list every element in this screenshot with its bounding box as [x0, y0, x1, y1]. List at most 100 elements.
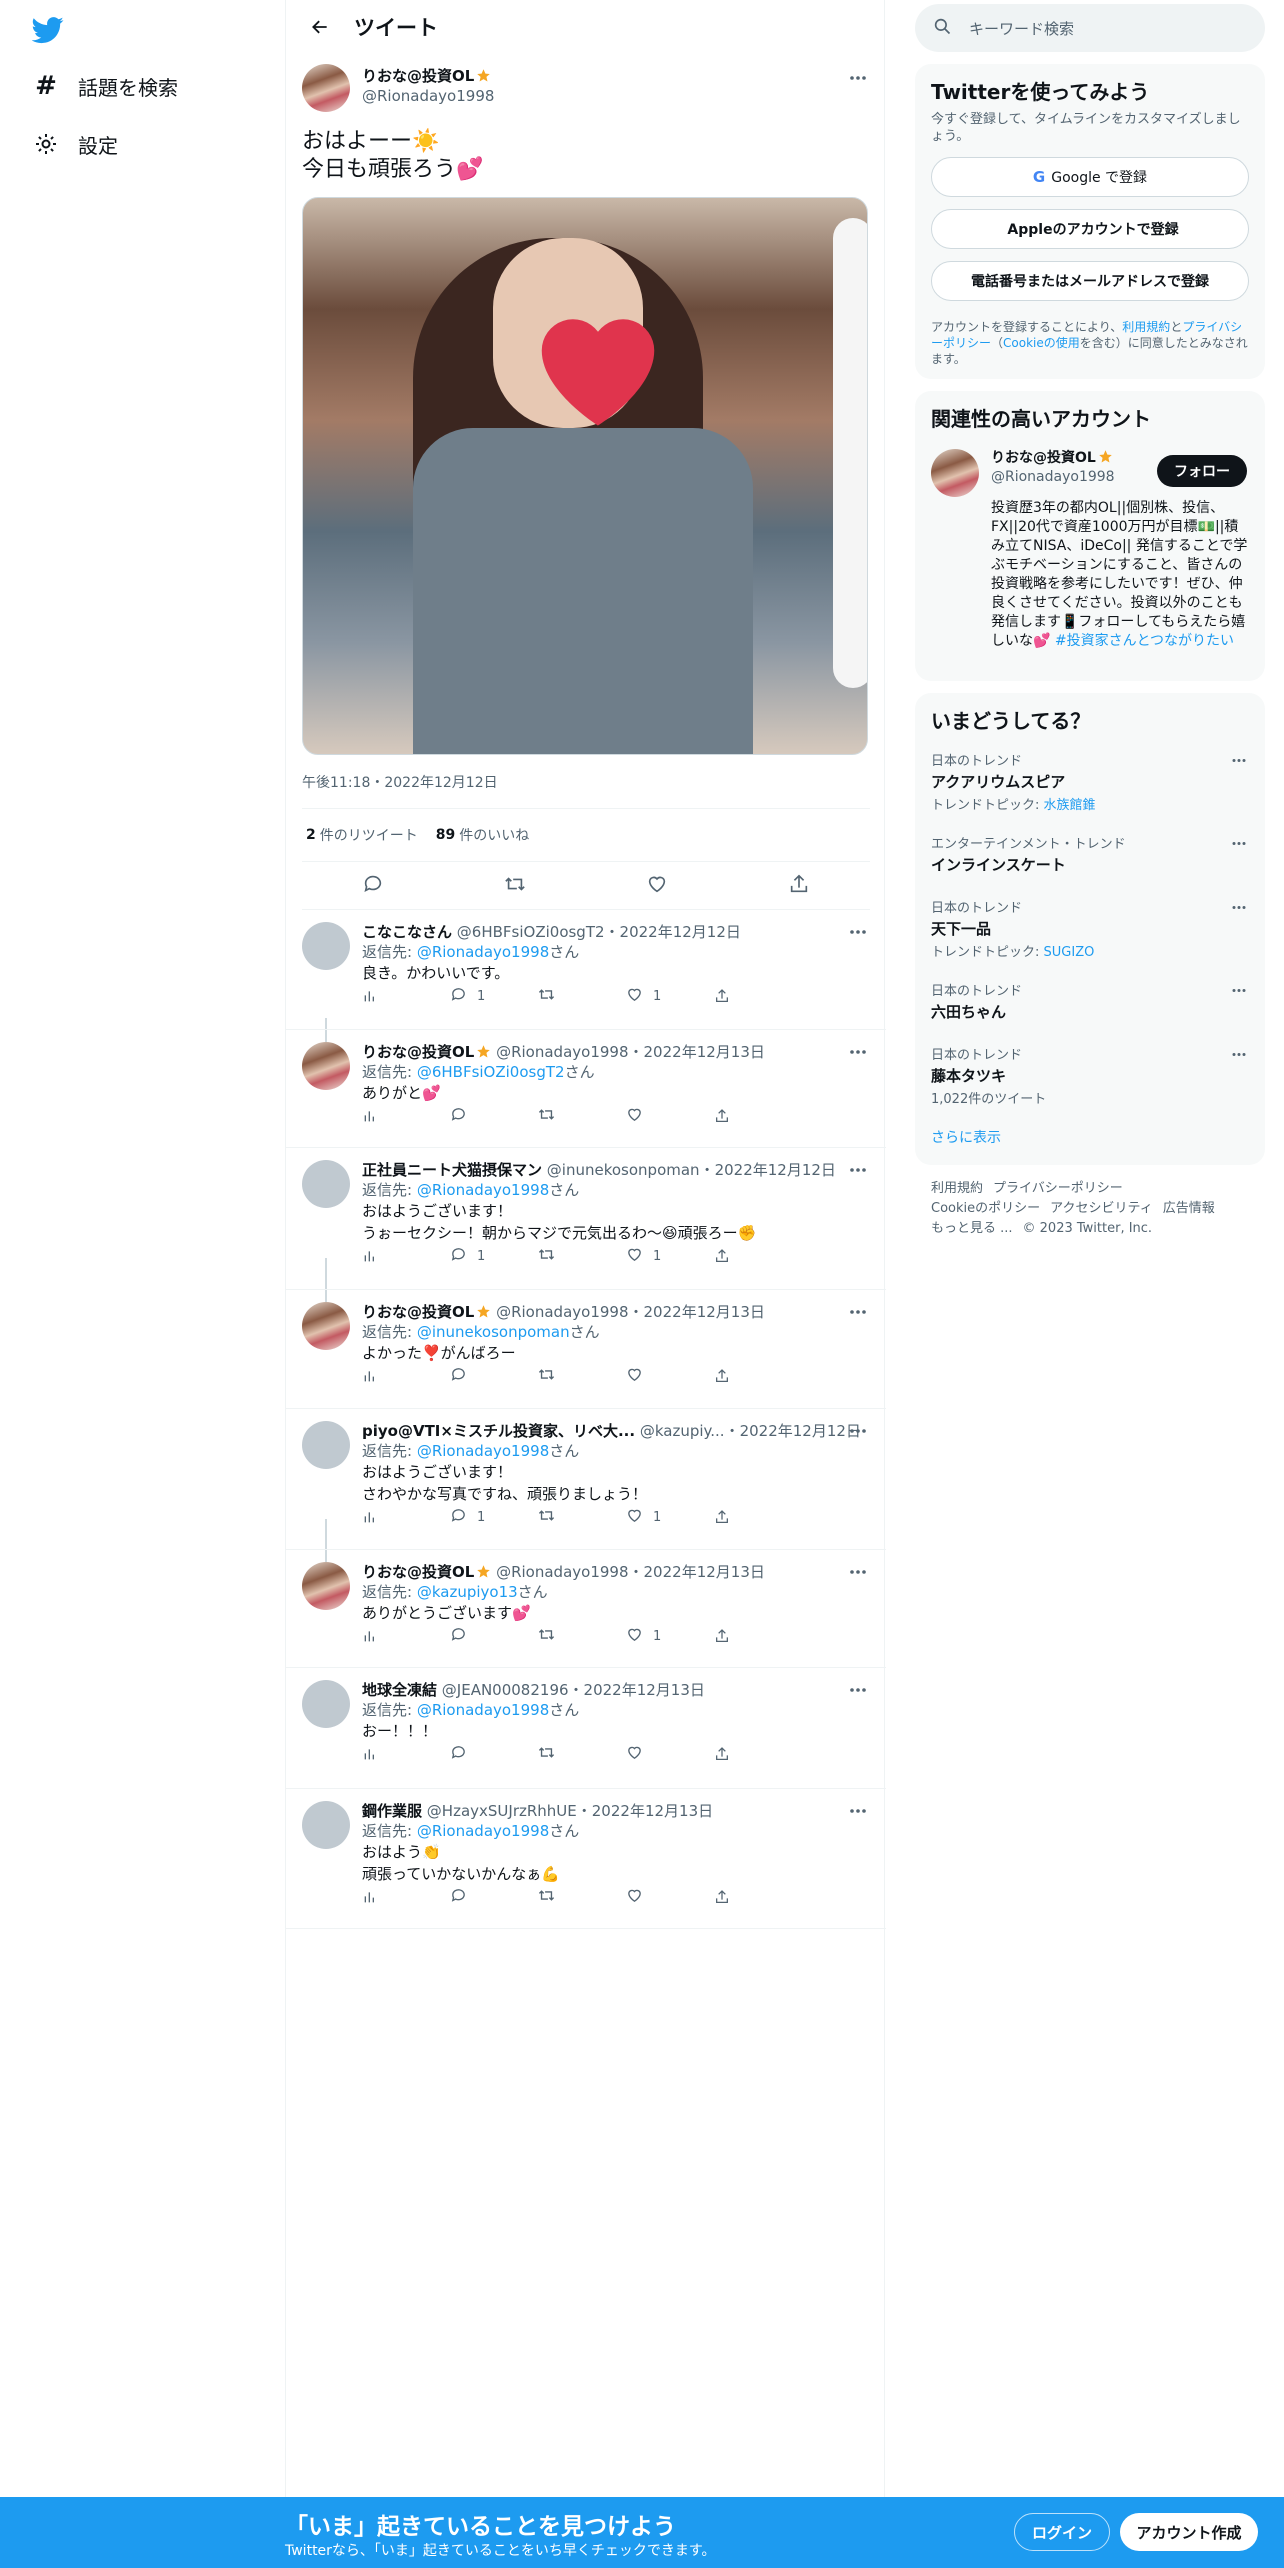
nav-explore[interactable]: # 話題を検索 — [32, 66, 178, 106]
footer-ads[interactable]: 広告情報 — [1163, 1201, 1215, 1216]
google-signup-button[interactable]: G Google で登録 — [931, 157, 1249, 197]
trend-item[interactable]: エンターテインメント・トレンド インラインスケート — [931, 823, 1249, 887]
share-icon[interactable] — [714, 1368, 786, 1384]
terms-link[interactable]: 利用規約 — [1122, 320, 1170, 334]
like-button[interactable] — [626, 1366, 698, 1387]
likes-label[interactable]: 件のいいね — [459, 825, 529, 845]
reply-tweet[interactable]: りおな@投資OL @Rionadayo1998・2022年12月13日 返信先: … — [286, 1030, 886, 1148]
reply-to-link[interactable]: @kazupiyo13 — [417, 1583, 518, 1601]
retweet-button[interactable] — [538, 1507, 610, 1528]
reply-author-name[interactable]: りおな@投資OL — [362, 1303, 474, 1321]
hashtag-link[interactable]: #投資家さんとつながりたい — [1055, 633, 1234, 649]
retweets-count[interactable]: 2 — [306, 827, 316, 843]
retweet-icon[interactable] — [504, 873, 526, 899]
retweet-button[interactable] — [538, 986, 610, 1007]
like-button[interactable]: 1 — [626, 1626, 698, 1647]
more-icon[interactable] — [1229, 750, 1249, 770]
reply-author-handle[interactable]: @6HBFsiOZi0osgT2 — [457, 923, 605, 941]
share-icon[interactable] — [714, 1509, 786, 1525]
reply-author-name[interactable]: piyo@VTI×ミスチル投資家、リベ大... — [362, 1422, 635, 1440]
reply-tweet[interactable]: 地球全凍結 @JEAN00082196・2022年12月13日 返信先: @Rio… — [286, 1668, 886, 1789]
reply-author-name[interactable]: 正社員ニート犬猫摂保マン — [362, 1161, 542, 1179]
reply-date[interactable]: ・2022年12月13日 — [577, 1802, 713, 1820]
reply-date[interactable]: ・2022年12月12日 — [605, 923, 741, 941]
avatar[interactable] — [302, 922, 350, 970]
tweet-photo[interactable] — [302, 197, 868, 755]
trend-topic-link[interactable]: 水族館錐 — [1044, 798, 1096, 813]
reply-tweet[interactable]: 正社員ニート犬猫摂保マン @inunekosonpoman・2022年12月12… — [286, 1148, 886, 1290]
reply-tweet[interactable]: piyo@VTI×ミスチル投資家、リベ大... @kazupiy...・2022… — [286, 1409, 886, 1550]
more-icon[interactable] — [848, 68, 868, 88]
like-button[interactable] — [626, 1106, 698, 1127]
more-icon[interactable] — [848, 1421, 868, 1441]
reply-button[interactable] — [450, 1626, 522, 1647]
reply-button[interactable] — [450, 1744, 522, 1765]
more-icon[interactable] — [1229, 1044, 1249, 1064]
reply-to-link[interactable]: @Rionadayo1998 — [417, 943, 549, 961]
footer-terms[interactable]: 利用規約 — [931, 1181, 983, 1196]
like-button[interactable]: 1 — [626, 1507, 698, 1528]
follow-button[interactable]: フォロー — [1157, 455, 1247, 487]
retweet-button[interactable] — [538, 1366, 610, 1387]
reply-to-link[interactable]: @Rionadayo1998 — [417, 1701, 549, 1719]
more-icon[interactable] — [1229, 980, 1249, 1000]
reply-button[interactable]: 1 — [450, 986, 522, 1007]
share-icon[interactable] — [714, 1746, 786, 1762]
avatar[interactable] — [302, 1562, 350, 1610]
tweet-timestamp[interactable]: 午後11:18・2022年12月12日 — [302, 772, 498, 792]
reply-button[interactable]: 1 — [450, 1507, 522, 1528]
share-icon[interactable] — [714, 1628, 786, 1644]
reply-author-name[interactable]: 鋼作業服 — [362, 1802, 422, 1820]
cookie-link[interactable]: Cookieの使用 — [1003, 336, 1080, 350]
reply-to-link[interactable]: @Rionadayo1998 — [417, 1442, 549, 1460]
search-bar[interactable]: キーワード検索 — [915, 4, 1265, 52]
like-button[interactable]: 1 — [626, 1246, 698, 1267]
more-icon[interactable] — [1229, 897, 1249, 917]
avatar[interactable] — [302, 64, 350, 112]
more-icon[interactable] — [848, 1160, 868, 1180]
reply-button[interactable] — [450, 1106, 522, 1127]
share-icon[interactable] — [714, 988, 786, 1004]
reply-author-handle[interactable]: @kazupiy... — [640, 1422, 725, 1440]
twitter-logo-icon[interactable] — [31, 14, 64, 46]
retweets-label[interactable]: 件のリツイート — [320, 825, 418, 845]
trend-item[interactable]: 日本のトレンド 六田ちゃん — [931, 970, 1249, 1034]
share-icon[interactable] — [714, 1889, 786, 1905]
reply-date[interactable]: ・2022年12月13日 — [629, 1303, 765, 1321]
avatar[interactable] — [302, 1680, 350, 1728]
retweet-button[interactable] — [538, 1246, 610, 1267]
like-button[interactable] — [626, 1744, 698, 1765]
footer-cookie[interactable]: Cookieのポリシー — [931, 1201, 1040, 1216]
reply-date[interactable]: ・2022年12月13日 — [629, 1043, 765, 1061]
reply-date[interactable]: ・2022年12月12日 — [725, 1422, 861, 1440]
author-name[interactable]: りおな@投資OL — [362, 67, 474, 85]
reply-icon[interactable] — [362, 873, 384, 899]
more-icon[interactable] — [848, 1562, 868, 1582]
reply-button[interactable]: 1 — [450, 1246, 522, 1267]
reply-date[interactable]: ・2022年12月13日 — [629, 1563, 765, 1581]
back-arrow-icon[interactable] — [302, 9, 338, 45]
reply-author-handle[interactable]: @Rionadayo1998 — [496, 1563, 628, 1581]
reply-to-link[interactable]: @Rionadayo1998 — [417, 1822, 549, 1840]
create-account-button[interactable]: アカウント作成 — [1120, 2513, 1258, 2551]
search-input[interactable]: キーワード検索 — [969, 18, 1074, 39]
retweet-button[interactable] — [538, 1626, 610, 1647]
share-icon[interactable] — [714, 1108, 786, 1124]
trend-item[interactable]: 日本のトレンド 天下一品 トレンドトピック: SUGIZO — [931, 887, 1249, 970]
share-icon[interactable] — [788, 873, 810, 899]
more-icon[interactable] — [1229, 833, 1249, 853]
reply-author-handle[interactable]: @HzayxSUJrzRhhUE — [427, 1802, 577, 1820]
reply-to-link[interactable]: @Rionadayo1998 — [417, 1181, 549, 1199]
like-button[interactable] — [626, 1887, 698, 1908]
retweet-button[interactable] — [538, 1887, 610, 1908]
trend-item[interactable]: 日本のトレンド 藤本タツキ 1,022件のツイート — [931, 1034, 1249, 1117]
reply-date[interactable]: ・2022年12月12日 — [700, 1161, 836, 1179]
reply-to-link[interactable]: @6HBFsiOZi0osgT2 — [417, 1063, 565, 1081]
show-more-link[interactable]: さらに表示 — [931, 1117, 1249, 1153]
phone-signup-button[interactable]: 電話番号またはメールアドレスで登録 — [931, 261, 1249, 301]
stats-icon[interactable] — [362, 1889, 434, 1905]
reply-author-name[interactable]: 地球全凍結 — [362, 1681, 437, 1699]
stats-icon[interactable] — [362, 988, 434, 1004]
reply-button[interactable] — [450, 1887, 522, 1908]
trend-topic-link[interactable]: SUGIZO — [1044, 945, 1095, 960]
